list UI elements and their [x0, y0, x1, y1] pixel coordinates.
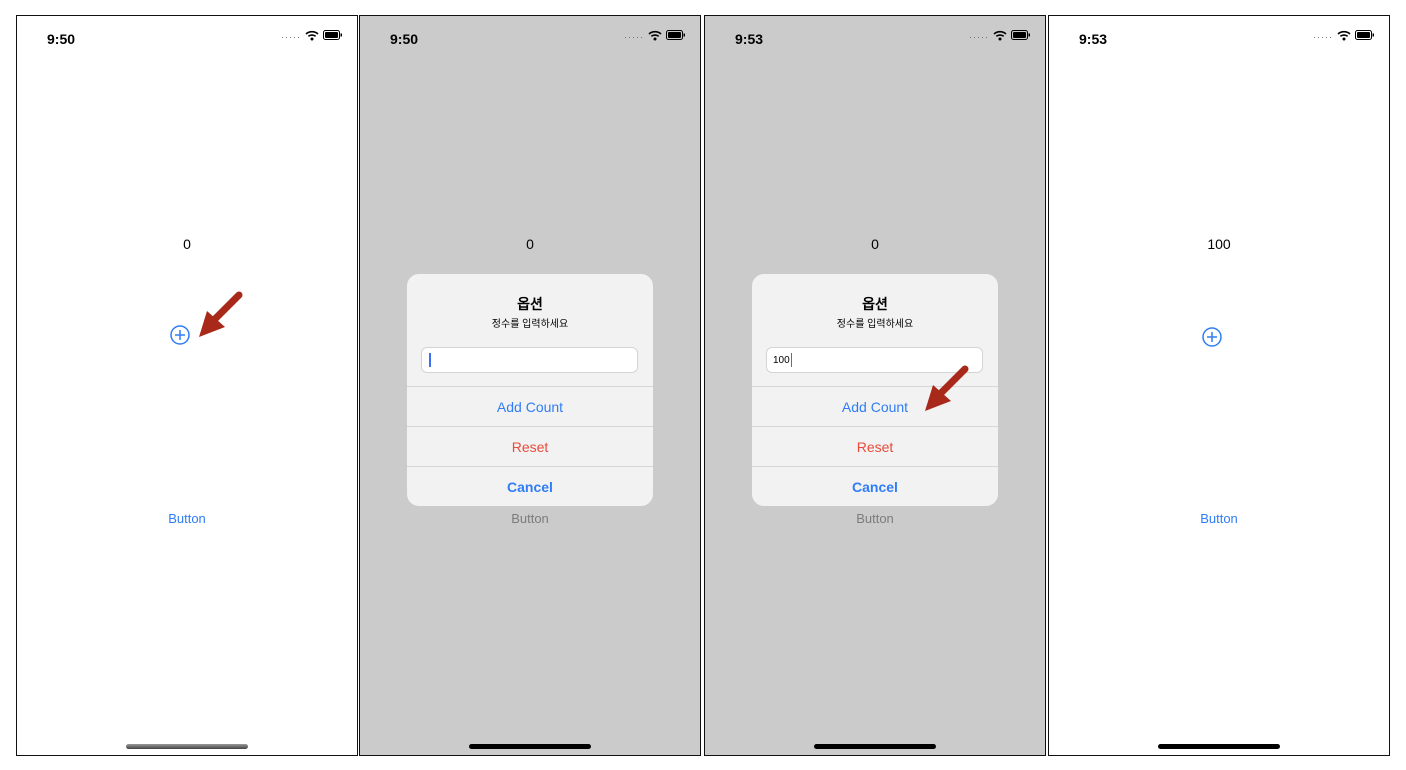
text-cursor [790, 353, 793, 367]
signal-dots-icon: ····· [969, 32, 989, 42]
battery-icon [1355, 30, 1374, 40]
status-icons: ····· [969, 28, 1031, 42]
reset-button[interactable]: Reset [407, 426, 653, 466]
alert-message: 정수를 입력하세요 [491, 319, 569, 330]
alert-title: 옵션 [862, 296, 888, 312]
alert-input-value: 100 [773, 354, 790, 366]
home-indicator [1158, 744, 1280, 749]
wifi-icon [993, 30, 1007, 40]
wifi-icon [1337, 30, 1351, 40]
status-icons: ····· [281, 28, 343, 42]
count-label: 0 [183, 236, 191, 252]
alert-dialog: 옵션 정수를 입력하세요 Add Count Reset Cancel [407, 274, 653, 506]
reset-button[interactable]: Reset [752, 426, 998, 466]
cancel-button[interactable]: Cancel [752, 466, 998, 506]
cancel-button[interactable]: Cancel [407, 466, 653, 506]
screen-1: 9:50 ····· 0 Button [16, 15, 358, 756]
wifi-icon [305, 30, 319, 40]
screen-2: 9:50 ····· 0 Button 옵션 정수를 입력하세요 Add Cou… [359, 15, 701, 756]
home-indicator [814, 744, 936, 749]
count-label: 100 [1207, 236, 1231, 252]
signal-dots-icon: ····· [1313, 32, 1333, 42]
button-link[interactable]: Button [1049, 511, 1389, 526]
text-cursor [429, 353, 431, 367]
count-label: 0 [526, 236, 534, 252]
alert-message: 정수를 입력하세요 [836, 319, 914, 330]
signal-dots-icon: ····· [281, 32, 301, 42]
signal-dots-icon: ····· [624, 32, 644, 42]
alert-title: 옵션 [517, 296, 543, 312]
arrow-icon [199, 291, 243, 337]
button-link[interactable]: Button [17, 511, 357, 526]
status-time: 9:53 [735, 31, 764, 47]
battery-icon [1011, 30, 1030, 40]
home-indicator [126, 744, 248, 749]
button-link[interactable]: Button [360, 511, 700, 526]
status-time: 9:50 [390, 31, 419, 47]
plus-circle-icon[interactable] [1200, 325, 1224, 349]
battery-icon [666, 30, 685, 40]
wifi-icon [648, 30, 662, 40]
plus-circle-icon[interactable] [168, 323, 192, 347]
status-icons: ····· [624, 28, 686, 42]
button-link[interactable]: Button [705, 511, 1045, 526]
add-count-button[interactable]: Add Count [407, 386, 653, 426]
status-time: 9:50 [47, 31, 76, 47]
status-icons: ····· [1313, 28, 1375, 42]
battery-icon [323, 30, 342, 40]
arrow-icon [925, 365, 969, 411]
home-indicator [469, 744, 591, 749]
count-label: 0 [871, 236, 879, 252]
status-time: 9:53 [1079, 31, 1108, 47]
screen-3: 9:53 ····· 0 Button 옵션 정수를 입력하세요 100 Add… [704, 15, 1046, 756]
screen-4: 9:53 ····· 100 Button [1048, 15, 1390, 756]
alert-text-field[interactable] [421, 347, 638, 373]
